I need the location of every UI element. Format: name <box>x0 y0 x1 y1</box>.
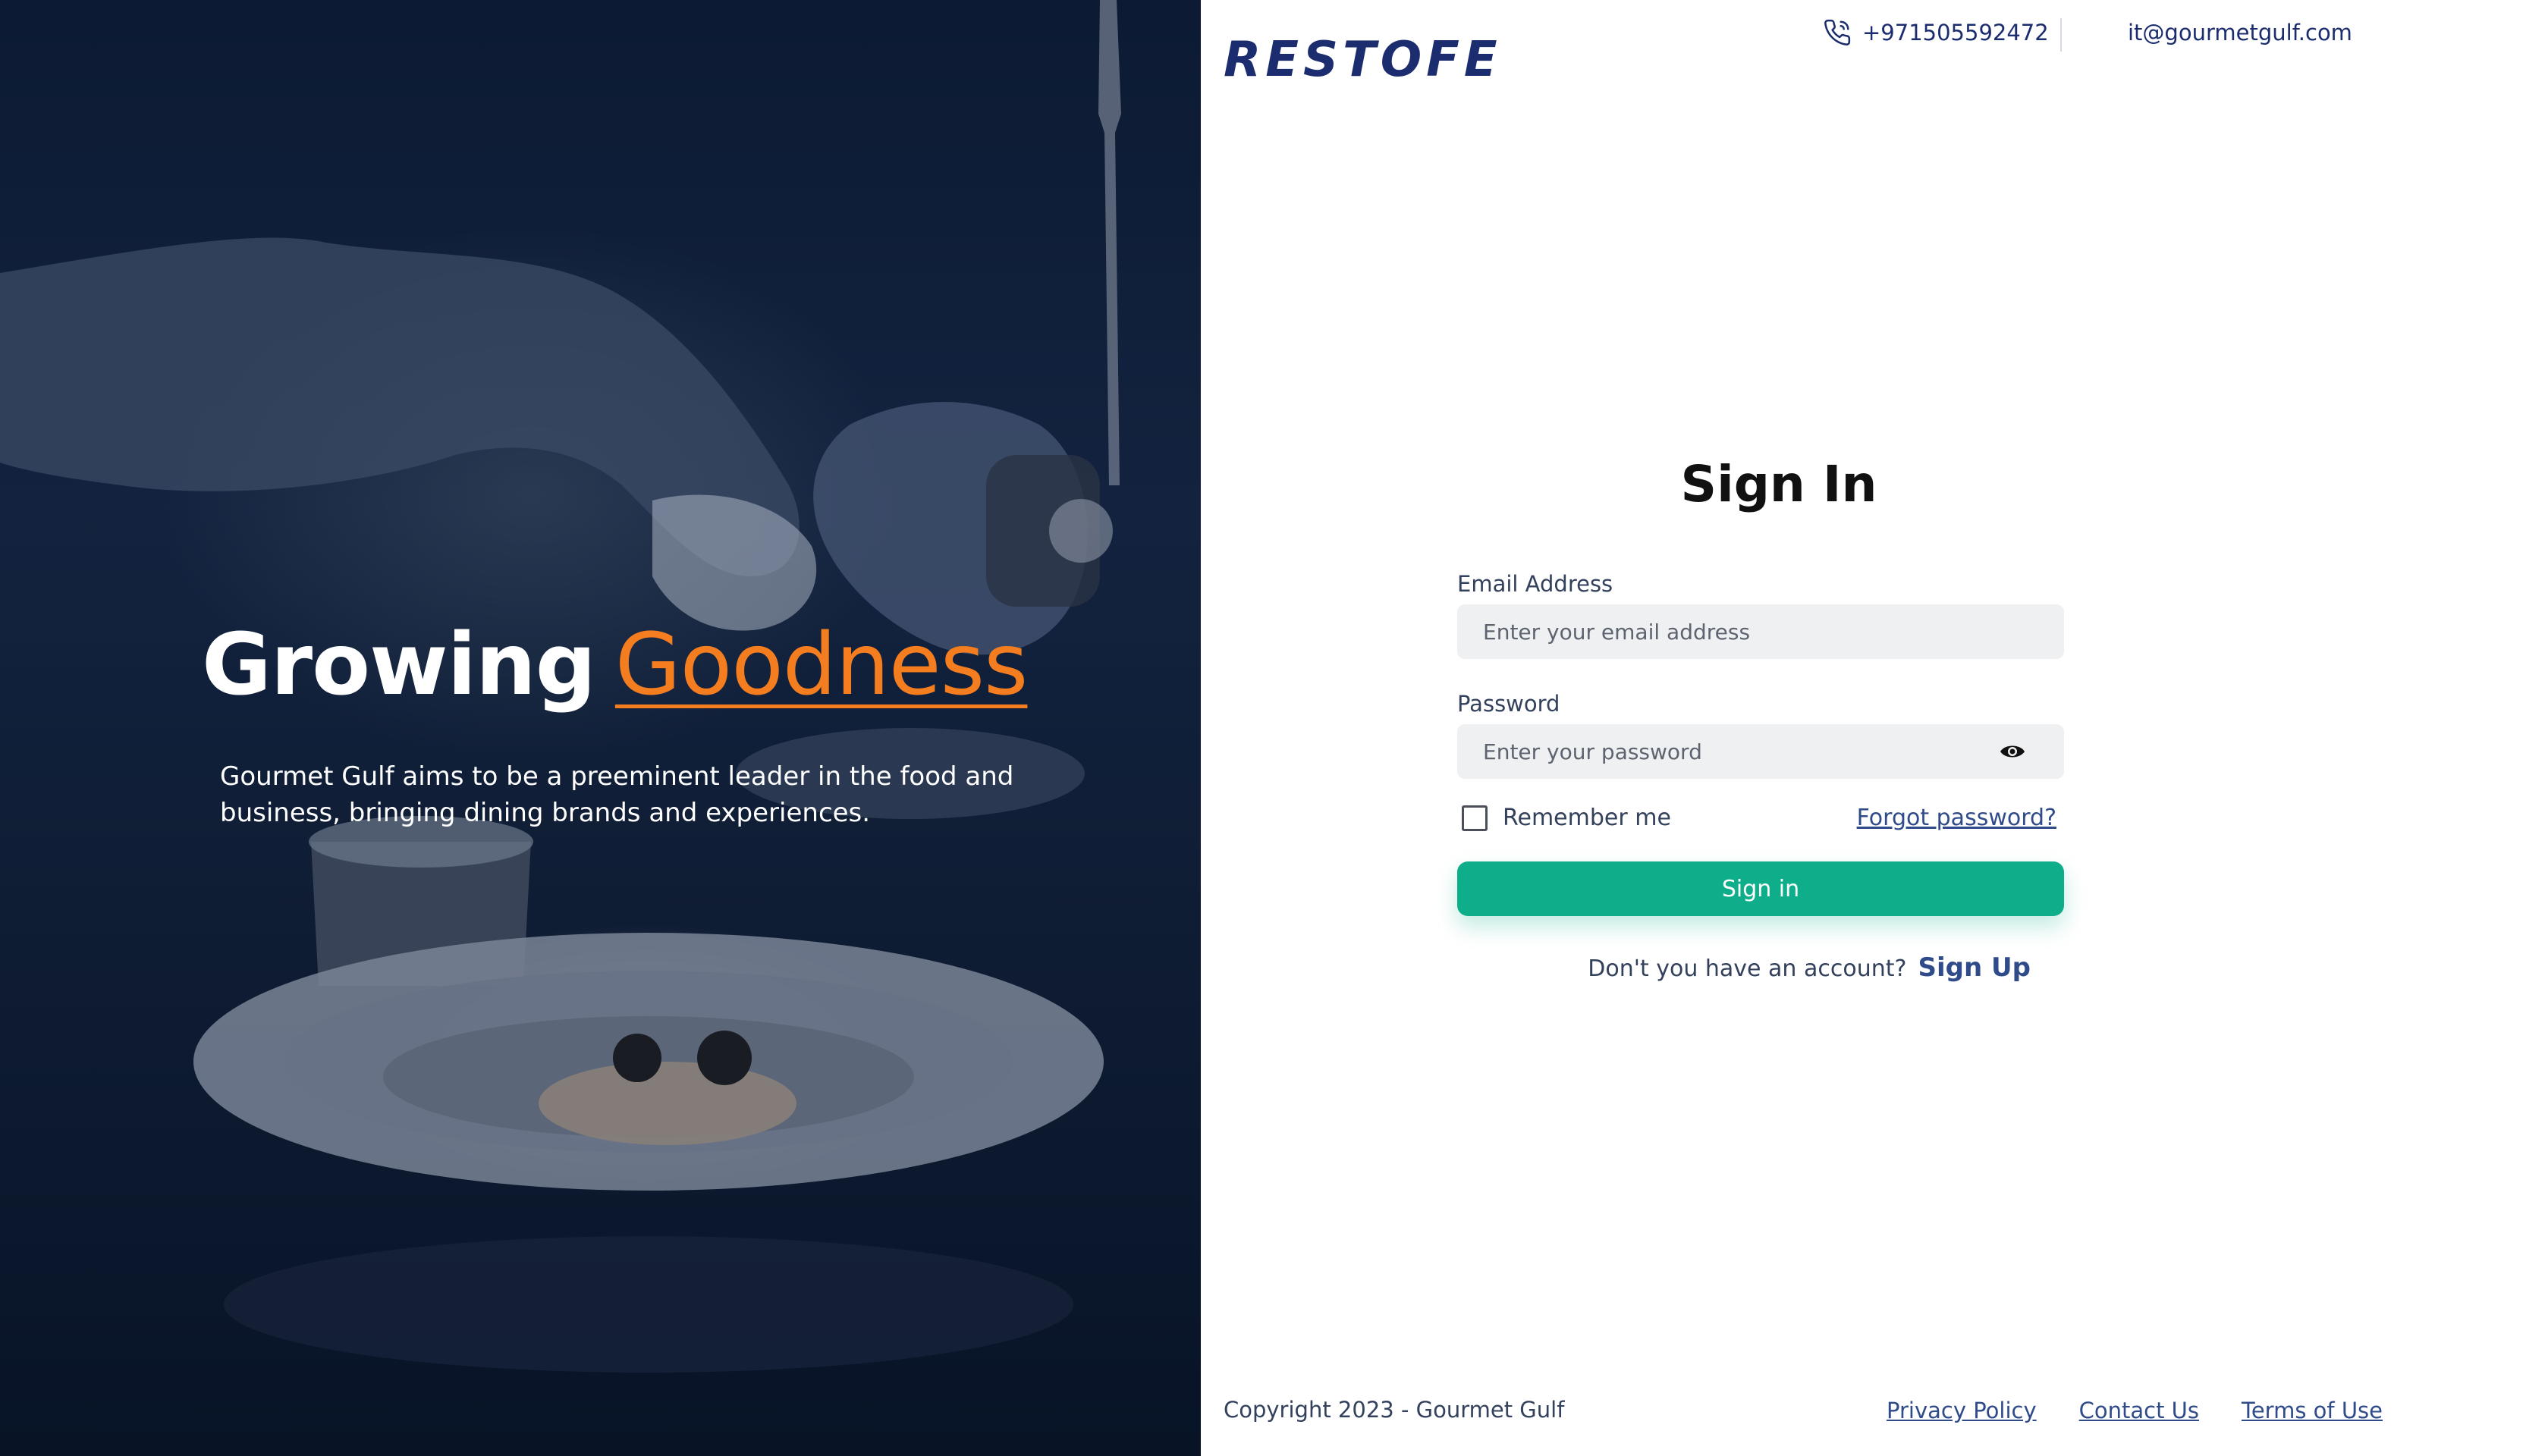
hero-title-main: Growing <box>202 616 596 714</box>
signup-row: Don't you have an account? Sign Up <box>1457 952 2064 983</box>
phone-number: +971505592472 <box>1862 20 2049 46</box>
hero-background-image <box>0 0 1121 1373</box>
hero-title: Growing Goodness <box>202 616 1029 714</box>
contact-us-link[interactable]: Contact Us <box>2079 1398 2199 1423</box>
hero-title-accent: Goodness <box>614 616 1029 714</box>
remember-checkbox[interactable] <box>1462 805 1488 831</box>
password-input[interactable] <box>1481 738 2040 765</box>
contact-phone[interactable]: +971505592472 <box>1823 18 2049 47</box>
signin-form: Sign In Email Address Password Remember … <box>1457 455 2064 983</box>
email-label: Email Address <box>1457 571 1613 597</box>
password-field-wrapper <box>1457 724 2064 779</box>
terms-of-use-link[interactable]: Terms of Use <box>2242 1398 2383 1423</box>
phone-icon <box>1824 19 1851 46</box>
password-label: Password <box>1457 691 1560 717</box>
email-input[interactable] <box>1481 618 2040 645</box>
eye-icon[interactable] <box>1999 741 2026 762</box>
signin-panel: RESTOFE +971505592472 it@gourmetgulf.com… <box>1201 0 2548 1456</box>
email-field-wrapper <box>1457 604 2064 659</box>
copyright-text: Copyright 2023 - Gourmet Gulf <box>1224 1397 1565 1423</box>
contact-email[interactable]: it@gourmetgulf.com <box>2128 20 2352 46</box>
hero-description: Gourmet Gulf aims to be a preeminent lea… <box>220 761 1014 828</box>
forgot-password-link[interactable]: Forgot password? <box>1857 805 2056 831</box>
remember-me[interactable]: Remember me <box>1457 805 1671 831</box>
footer-links: Privacy Policy Contact Us Terms of Use <box>1887 1398 2383 1423</box>
form-title: Sign In <box>1680 455 1877 513</box>
sign-up-link[interactable]: Sign Up <box>1918 952 2031 983</box>
restofe-logo[interactable]: RESTOFE <box>1224 32 1502 88</box>
privacy-policy-link[interactable]: Privacy Policy <box>1887 1398 2037 1423</box>
remember-label: Remember me <box>1503 805 1671 831</box>
contact-divider <box>2060 18 2062 52</box>
hero-panel: Growing Goodness Gourmet Gulf aims to be … <box>0 0 1201 1456</box>
sign-in-button[interactable]: Sign in <box>1457 861 2064 916</box>
signup-prompt: Don't you have an account? <box>1588 956 1907 982</box>
